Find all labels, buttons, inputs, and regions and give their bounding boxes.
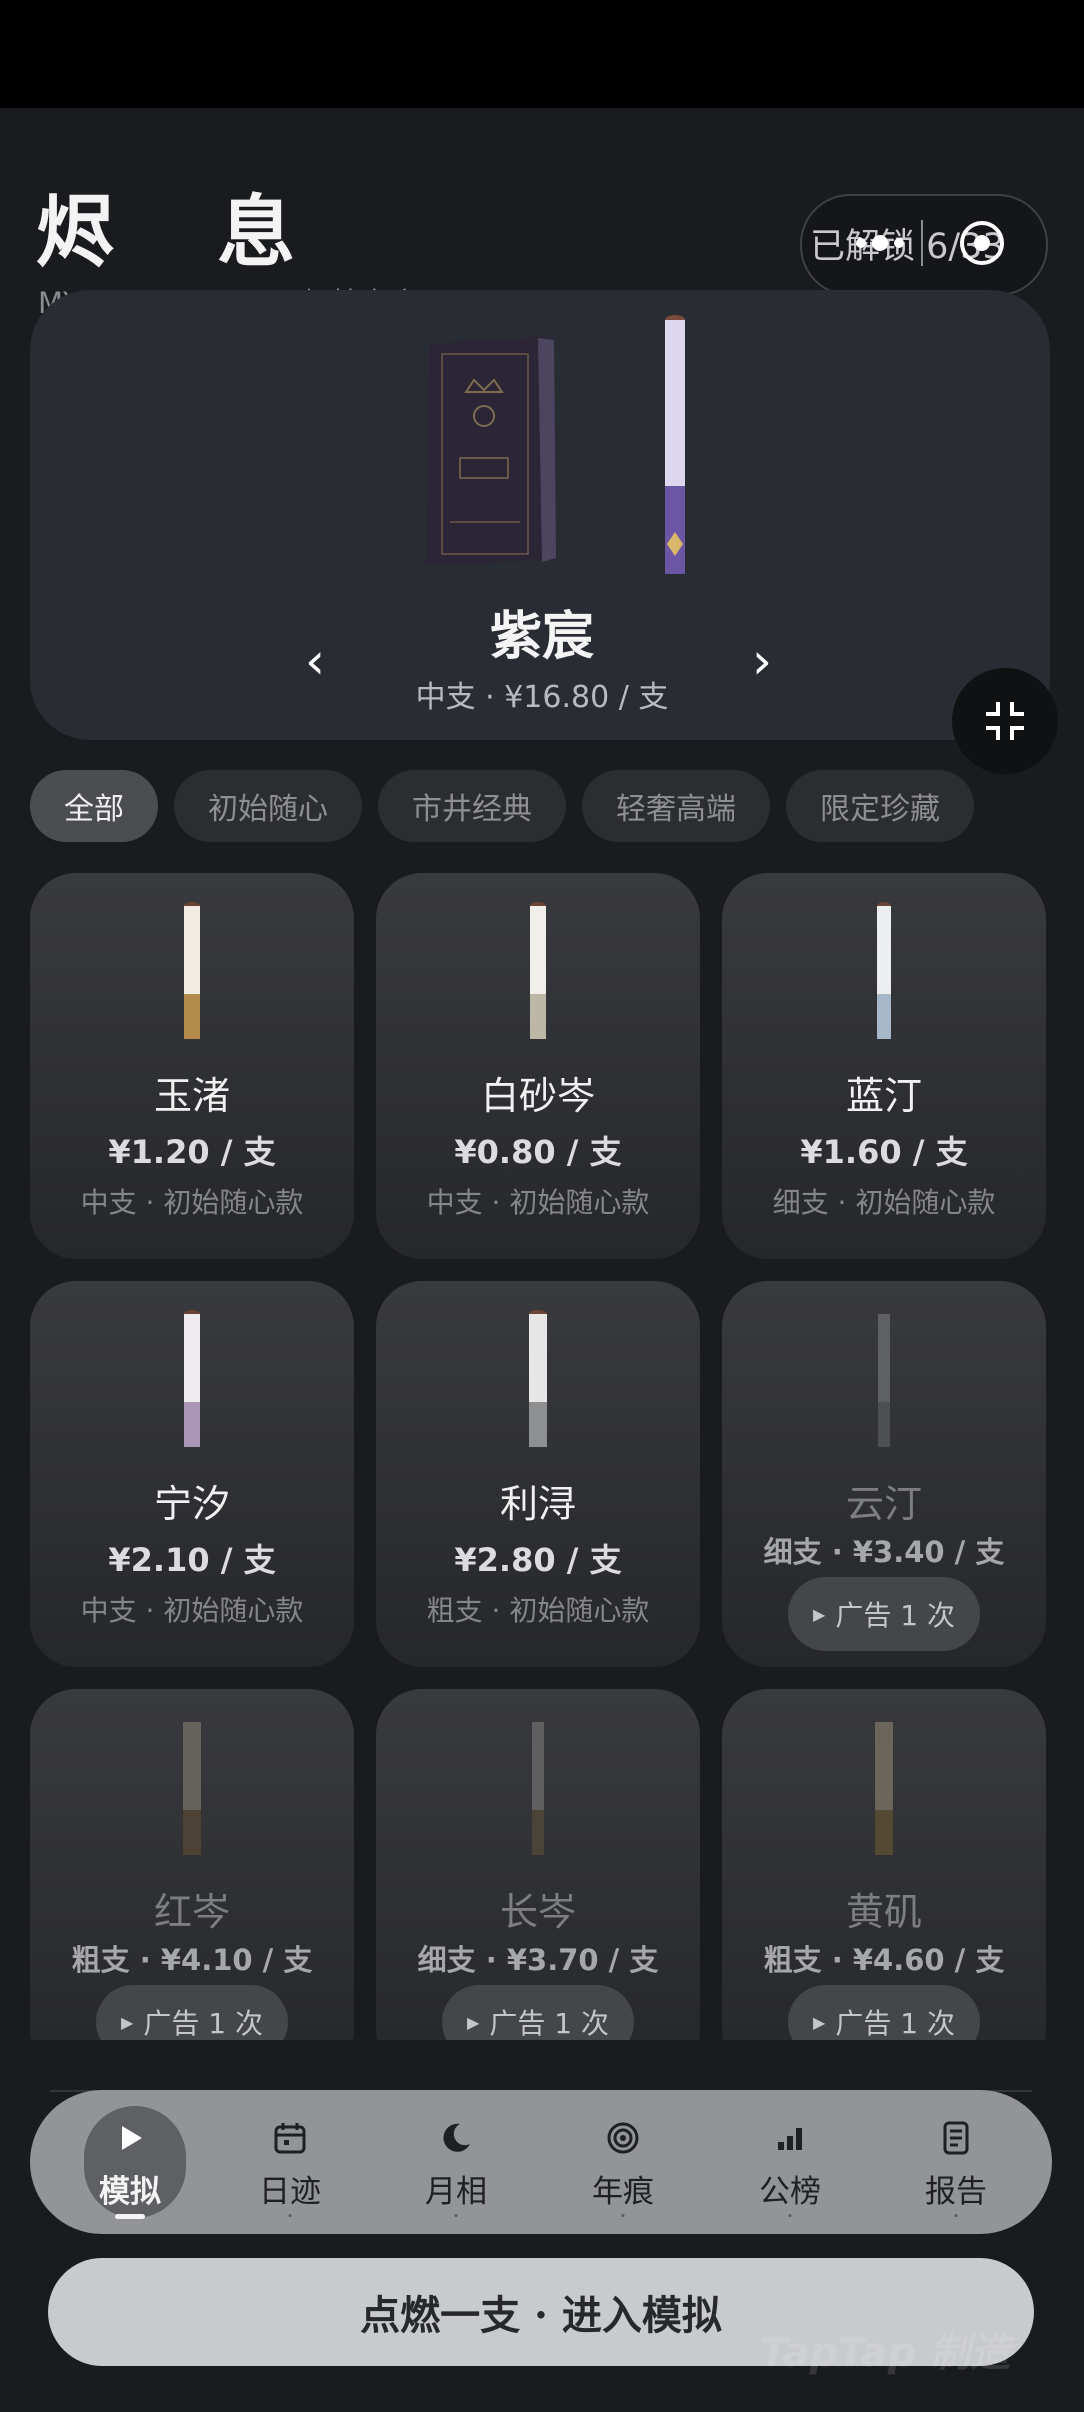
card-name: 蓝汀 xyxy=(845,1074,922,1118)
card-price: ¥2.80 / 支 xyxy=(454,1541,622,1579)
tab-dot xyxy=(954,2214,958,2217)
mini-program-capsule[interactable] xyxy=(835,220,1025,266)
cigarette-image xyxy=(532,1722,544,1855)
tab-year[interactable]: 年痕 xyxy=(563,2090,683,2234)
card-name: 云汀 xyxy=(845,1482,922,1526)
page-title: 烬 息 xyxy=(36,187,334,278)
tab-label: 公榜 xyxy=(759,2174,821,2210)
report-icon xyxy=(943,2121,969,2155)
ad-label: 广告 1 次 xyxy=(143,2007,263,2040)
moon-icon xyxy=(443,2123,470,2152)
card-name: 玉渚 xyxy=(153,1074,230,1118)
cigarette-pack-image xyxy=(426,336,556,564)
card-tag: 粗支 · 初始随心款 xyxy=(426,1594,650,1627)
card-price: ¥1.20 / 支 xyxy=(108,1133,276,1171)
tab-dot xyxy=(288,2214,292,2217)
card-price: ¥1.60 / 支 xyxy=(800,1133,968,1171)
more-dots-icon[interactable] xyxy=(835,232,925,254)
card-name: 长岑 xyxy=(499,1890,576,1934)
bar-chart-icon xyxy=(778,2128,802,2150)
tab-dot xyxy=(454,2214,458,2217)
card-tag: 中支 · 初始随心款 xyxy=(80,1594,304,1627)
watch-ad-button[interactable]: ▶ 广告 1 次 xyxy=(442,1985,634,2040)
tab-label: 日迹 xyxy=(259,2174,321,2210)
card-name: 黄矶 xyxy=(845,1890,922,1934)
collection-card-locked[interactable]: 长岑 细支 · ¥3.70 / 支 ▶ 广告 1 次 xyxy=(376,1689,700,2040)
filter-classic[interactable]: 市井经典 xyxy=(378,770,566,842)
watch-ad-button[interactable]: ▶ 广告 1 次 xyxy=(788,1985,980,2040)
ad-label: 广告 1 次 xyxy=(835,1599,955,1632)
collection-card[interactable]: 白砂岑 ¥0.80 / 支 中支 · 初始随心款 xyxy=(376,873,700,1259)
play-icon xyxy=(122,2126,142,2150)
card-price: 细支 · ¥3.70 / 支 xyxy=(417,1943,659,1977)
tab-label: 报告 xyxy=(925,2174,987,2210)
filter-luxury[interactable]: 轻奢高端 xyxy=(582,770,770,842)
card-name: 利浔 xyxy=(499,1482,576,1526)
featured-name: 紫宸 xyxy=(489,606,594,667)
active-indicator xyxy=(115,2214,145,2219)
tab-label: 年痕 xyxy=(592,2174,654,2210)
filter-limited[interactable]: 限定珍藏 xyxy=(786,770,974,842)
card-tag: 中支 · 初始随心款 xyxy=(426,1186,650,1219)
card-name: 红岑 xyxy=(153,1890,230,1934)
tab-report[interactable]: 报告 xyxy=(896,2090,1016,2234)
capsule-divider xyxy=(921,220,923,266)
tab-dot xyxy=(621,2214,625,2217)
tab-moon[interactable]: 月相 xyxy=(396,2090,516,2234)
filter-all[interactable]: 全部 xyxy=(30,770,158,842)
collection-card[interactable]: 利浔 ¥2.80 / 支 粗支 · 初始随心款 xyxy=(376,1281,700,1667)
cigarette-image xyxy=(877,902,891,1039)
collection-card-locked[interactable]: 云汀 细支 · ¥3.40 / 支 ▶ 广告 1 次 xyxy=(722,1281,1046,1667)
play-icon: ▶ xyxy=(813,2012,826,2032)
play-icon: ▶ xyxy=(813,1604,826,1624)
card-name: 白砂岑 xyxy=(480,1074,595,1118)
tab-label: 月相 xyxy=(425,2174,487,2210)
card-name: 宁汐 xyxy=(153,1482,230,1526)
card-tag: 细支 · 初始随心款 xyxy=(772,1186,996,1219)
calendar-icon xyxy=(274,2123,306,2154)
collection-card[interactable]: 蓝汀 ¥1.60 / 支 细支 · 初始随心款 xyxy=(722,873,1046,1259)
card-price: ¥2.10 / 支 xyxy=(108,1541,276,1579)
play-icon: ▶ xyxy=(467,2012,480,2032)
collection-grid: 玉渚 ¥1.20 / 支 中支 · 初始随心款 白砂岑 ¥0.80 / 支 中支… xyxy=(0,870,1084,2040)
card-price: 细支 · ¥3.40 / 支 xyxy=(763,1535,1005,1569)
collapse-button[interactable] xyxy=(952,668,1058,774)
watch-ad-button[interactable]: ▶ 广告 1 次 xyxy=(96,1985,288,2040)
card-price: 粗支 · ¥4.10 / 支 xyxy=(71,1943,313,1977)
cigarette-image xyxy=(184,1310,200,1447)
play-icon: ▶ xyxy=(121,2012,134,2032)
featured-cigarette-image xyxy=(665,315,685,574)
collection-card-locked[interactable]: 黄矶 粗支 · ¥4.60 / 支 ▶ 广告 1 次 xyxy=(722,1689,1046,2040)
bottom-tab-bar: 模拟 日迹 月相 年痕 公榜 报告 xyxy=(30,2090,1052,2234)
close-circle-icon[interactable] xyxy=(959,220,1005,266)
tab-simulate[interactable]: 模拟 xyxy=(70,2090,190,2234)
rings-icon xyxy=(607,2122,639,2154)
cigarette-image xyxy=(184,902,200,1039)
collection-card[interactable]: 玉渚 ¥1.20 / 支 中支 · 初始随心款 xyxy=(30,873,354,1259)
status-bar xyxy=(0,0,1084,108)
ad-label: 广告 1 次 xyxy=(489,2007,609,2040)
card-price: 粗支 · ¥4.60 / 支 xyxy=(763,1943,1005,1977)
collapse-icon xyxy=(986,702,1024,740)
card-tag: 中支 · 初始随心款 xyxy=(80,1186,304,1219)
card-price: ¥0.80 / 支 xyxy=(454,1133,622,1171)
cigarette-image xyxy=(529,1310,547,1447)
taptap-watermark: TapTap 制造 xyxy=(760,2330,1011,2376)
tab-label: 模拟 xyxy=(99,2174,161,2210)
cigarette-image xyxy=(530,902,546,1039)
collection-card-locked[interactable]: 红岑 粗支 · ¥4.10 / 支 ▶ 广告 1 次 xyxy=(30,1689,354,2040)
cigarette-image xyxy=(875,1722,893,1855)
tab-daily[interactable]: 日迹 xyxy=(230,2090,350,2234)
watch-ad-button[interactable]: ▶ 广告 1 次 xyxy=(788,1577,980,1651)
ad-label: 广告 1 次 xyxy=(835,2007,955,2040)
category-filters: 全部 初始随心 市井经典 轻奢高端 限定珍藏 xyxy=(30,770,974,842)
collection-card[interactable]: 宁汐 ¥2.10 / 支 中支 · 初始随心款 xyxy=(30,1281,354,1667)
tab-leaderboard[interactable]: 公榜 xyxy=(730,2090,850,2234)
filter-initial[interactable]: 初始随心 xyxy=(174,770,362,842)
featured-meta: 中支 · ¥16.80 / 支 xyxy=(415,680,669,715)
tab-dot xyxy=(788,2214,792,2217)
cigarette-image xyxy=(183,1722,201,1855)
cigarette-image xyxy=(878,1314,890,1447)
